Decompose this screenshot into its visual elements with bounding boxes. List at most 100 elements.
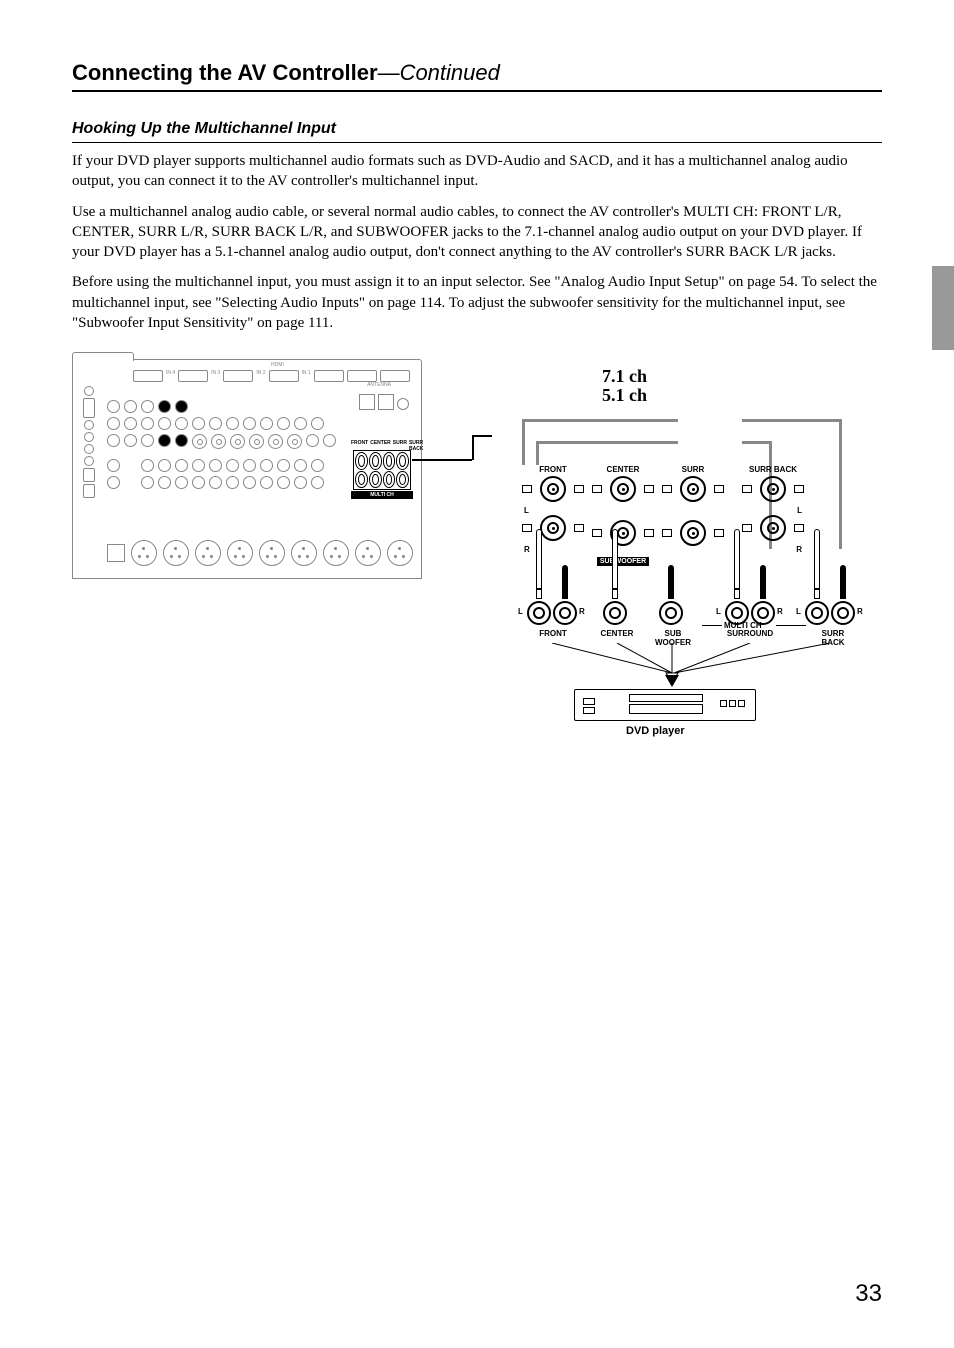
- converge-arrow-icon: [522, 643, 872, 691]
- paragraph-2: Use a multichannel analog audio cable, o…: [72, 202, 882, 263]
- cable-white: [814, 529, 820, 589]
- link-icon: [644, 529, 654, 537]
- jack-col-front: FRONT L R: [522, 465, 584, 554]
- rca-jack: [260, 417, 273, 430]
- multich-bar-label: MULTI CH: [351, 491, 413, 499]
- hdmi-in-label: IN 3: [211, 370, 220, 382]
- plug-icon: [831, 601, 855, 625]
- rca-jack: [226, 459, 239, 472]
- jacks-detail: FRONT L R CENTER SUBWOOFER SURR: [522, 465, 842, 585]
- 71ch-rule: [742, 419, 842, 422]
- rca-jack-icon: [680, 476, 706, 502]
- dvd-player-label: DVD player: [626, 725, 685, 737]
- rca-jack-icon: [540, 515, 566, 541]
- hdmi-slot: [178, 370, 208, 382]
- rca-jack: [192, 417, 205, 430]
- cable-white: [536, 529, 542, 589]
- connection-diagram: HDMI IN 4 IN 3 IN 2 IN 1 ANTENNA: [72, 351, 882, 771]
- port-ir: [83, 398, 95, 418]
- xlr-connector: [323, 540, 349, 566]
- link-icon: [742, 485, 752, 493]
- antenna-terminal: [378, 394, 394, 410]
- mini-jack: [84, 386, 94, 396]
- jack-col-surrback: SURR BACK L R: [742, 465, 804, 554]
- dvd-button: [583, 707, 595, 714]
- link-icon: [794, 524, 804, 532]
- port-ethernet: [83, 484, 95, 498]
- callout-line: [472, 435, 474, 460]
- rca-jack: [124, 434, 137, 447]
- rca-jack: [124, 417, 137, 430]
- l-label: L: [518, 607, 523, 616]
- rca-jack: [243, 476, 256, 489]
- rca-jack: [306, 434, 319, 447]
- mini-jack: [84, 432, 94, 442]
- rca-jack: [311, 459, 324, 472]
- cable-area: L R FRONT CENTER SUB WOOFER L R SURROUND: [522, 585, 882, 745]
- link-icon: [574, 524, 584, 532]
- 71ch-rule: [522, 419, 678, 422]
- side-tab: [932, 266, 954, 350]
- hdmi-slot: [133, 370, 163, 382]
- jack-row: [107, 476, 336, 489]
- dvd-button: [583, 698, 595, 705]
- page-title-suffix: —Continued: [378, 60, 500, 85]
- rca-jack: [107, 434, 120, 447]
- link-icon: [574, 485, 584, 493]
- link-icon: [794, 485, 804, 493]
- rca-jack: [277, 476, 290, 489]
- mc-jack: [396, 452, 409, 470]
- xlr-connector: [259, 540, 285, 566]
- plug-tip-icon: [536, 589, 542, 599]
- paragraph-1: If your DVD player supports multichannel…: [72, 151, 882, 192]
- xlr-connector: [163, 540, 189, 566]
- rca-jack: [175, 434, 188, 447]
- link-icon: [522, 485, 532, 493]
- link-icon: [662, 485, 672, 493]
- mc-surrback-label: SURR BACK: [409, 440, 423, 452]
- l-label: L: [524, 506, 584, 515]
- rca-jack: [277, 417, 290, 430]
- plug-tip-icon: [814, 589, 820, 599]
- hdmi-slot: [347, 370, 377, 382]
- rca-jack: [158, 459, 171, 472]
- link-icon: [592, 529, 602, 537]
- center-label: CENTER: [592, 465, 654, 474]
- plug-icon: [603, 601, 627, 625]
- rca-jack: [260, 459, 273, 472]
- link-icon: [714, 485, 724, 493]
- rca-jack: [175, 476, 188, 489]
- cable-red: [840, 565, 846, 589]
- rca-jack: [209, 476, 222, 489]
- xlr-connector: [131, 540, 157, 566]
- rca-jack: [175, 400, 188, 413]
- knob: [230, 434, 245, 449]
- mc-jack: [383, 471, 396, 489]
- rca-jack: [260, 476, 273, 489]
- rca-jack-icon: [760, 515, 786, 541]
- r-label: R: [742, 545, 802, 554]
- dvd-tray: [629, 694, 703, 702]
- link-icon: [592, 485, 602, 493]
- plug-tip-icon: [668, 589, 674, 599]
- rca-jack: [124, 400, 137, 413]
- rca-jack-icon: [680, 520, 706, 546]
- rca-jack: [294, 459, 307, 472]
- rca-jack: [226, 417, 239, 430]
- plug-icon: [659, 601, 683, 625]
- antenna-coax: [397, 398, 409, 410]
- multich-detail: 7.1 ch 5.1 ch FRONT L R CENTER: [522, 411, 842, 585]
- surr-label: SURR: [662, 465, 724, 474]
- knob: [287, 434, 302, 449]
- l-label: L: [716, 607, 721, 616]
- link-icon: [522, 524, 532, 532]
- r-label: R: [524, 545, 584, 554]
- rca-jack-icon: [540, 476, 566, 502]
- plug-tip-icon: [612, 589, 618, 599]
- plug-tip-icon: [760, 589, 766, 599]
- plug-tip-icon: [734, 589, 740, 599]
- mc-jack: [396, 471, 409, 489]
- section-heading: Hooking Up the Multichannel Input: [72, 120, 882, 143]
- mini-jack: [84, 456, 94, 466]
- r-label: R: [579, 607, 585, 616]
